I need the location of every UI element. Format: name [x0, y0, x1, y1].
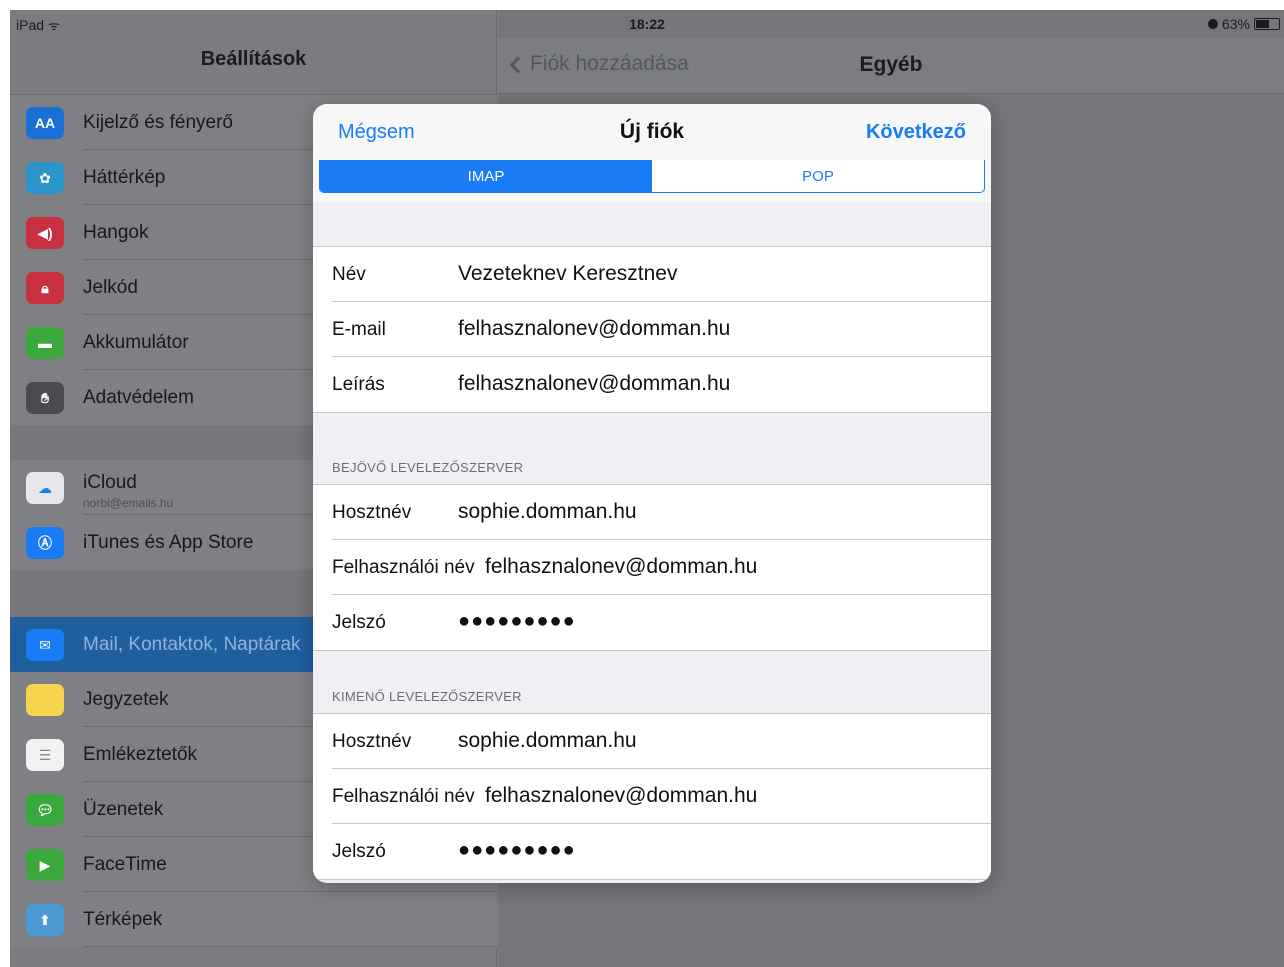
field-label: Név: [332, 264, 366, 285]
account-type-segmented-control: IMAP POP: [319, 160, 985, 193]
incoming-hostname-field[interactable]: Hosztnév sophie.domman.hu: [313, 485, 991, 540]
sidebar-item-label: Emlékeztetők: [83, 744, 198, 765]
app-store-icon: Ⓐ: [26, 527, 64, 559]
reminders-icon: ☰: [26, 739, 64, 771]
sidebar-item-maps[interactable]: ⬆ Térképek: [10, 892, 497, 947]
field-label: Jelszó: [332, 841, 386, 862]
messages-icon: 💬︎: [26, 794, 64, 826]
field-label: Hosztnév: [332, 731, 412, 752]
field-label: Leírás: [332, 374, 385, 395]
sidebar-item-label: Jegyzetek: [83, 689, 169, 710]
field-label: Hosztnév: [332, 502, 412, 523]
sidebar-item-label: Térképek: [83, 909, 163, 930]
icloud-icon: ☁: [26, 472, 64, 504]
incoming-server-group: Hosztnév sophie.domman.hu Felhasználói n…: [313, 484, 991, 651]
mail-icon: ✉: [26, 629, 64, 661]
incoming-server-header: BEJÖVŐ LEVELEZŐSZERVER: [332, 460, 524, 475]
sounds-icon: ◀): [26, 217, 64, 249]
notes-icon: [26, 684, 64, 716]
rotation-lock-icon: [1207, 19, 1218, 29]
field-label: E-mail: [332, 319, 386, 340]
sidebar-item-label: Mail, Kontaktok, Naptárak: [83, 634, 301, 655]
facetime-icon: ▶: [26, 849, 64, 881]
account-info-group: Név Vezeteknev Keresztnev E-mail felhasz…: [313, 246, 991, 413]
sidebar-item-label: Kijelző és fényerő: [83, 112, 233, 133]
description-field[interactable]: Leírás felhasznalonev@domman.hu: [313, 357, 991, 412]
next-button[interactable]: Következő: [866, 121, 966, 144]
sidebar-item-label: Jelkód: [83, 277, 138, 298]
sidebar-item-label: iCloud: [83, 472, 137, 493]
sidebar-item-label: iTunes és App Store: [83, 532, 254, 553]
battery-icon: [1254, 18, 1280, 30]
hand-icon: ✋︎: [26, 382, 64, 414]
outgoing-password-field[interactable]: Jelszó ●●●●●●●●●: [313, 824, 991, 879]
name-input[interactable]: Vezeteknev Keresztnev: [458, 262, 677, 286]
sheet-nav-bar: Mégsem Új fiók Következő: [313, 104, 991, 160]
incoming-password-field[interactable]: Jelszó ●●●●●●●●●: [313, 595, 991, 650]
incoming-hostname-input[interactable]: sophie.domman.hu: [458, 500, 637, 524]
field-label: Felhasználói név: [332, 786, 475, 807]
sidebar-title: Beállítások: [200, 48, 307, 70]
battery-icon: ▬: [26, 327, 64, 359]
incoming-username-input[interactable]: felhasznalonev@domman.hu: [485, 555, 757, 579]
detail-nav-bar: Fiók hozzáadása Egyéb: [498, 38, 1284, 94]
wallpaper-icon: ✿: [26, 162, 64, 194]
sidebar-item-sublabel: norbi@emails.hu: [83, 496, 174, 510]
maps-icon: ⬆: [26, 904, 64, 936]
incoming-password-input[interactable]: ●●●●●●●●●: [458, 610, 576, 633]
sidebar-item-label: Háttérkép: [83, 167, 166, 188]
description-input[interactable]: felhasznalonev@domman.hu: [458, 372, 730, 396]
sidebar-item-label: Üzenetek: [83, 799, 164, 820]
clock: 18:22: [629, 16, 665, 32]
display-brightness-icon: AA: [26, 107, 64, 139]
outgoing-hostname-input[interactable]: sophie.domman.hu: [458, 729, 637, 753]
incoming-username-field[interactable]: Felhasználói név felhasznalonev@domman.h…: [313, 540, 991, 595]
field-label: Felhasználói név: [332, 557, 475, 578]
detail-title: Egyéb: [859, 53, 923, 76]
sidebar-item-label: Akkumulátor: [83, 332, 189, 353]
sidebar-item-label: Hangok: [83, 222, 149, 243]
outgoing-hostname-field[interactable]: Hosztnév sophie.domman.hu: [313, 714, 991, 769]
field-label: Jelszó: [332, 612, 386, 633]
outgoing-server-group: Hosztnév sophie.domman.hu Felhasználói n…: [313, 713, 991, 880]
name-field[interactable]: Név Vezeteknev Keresztnev: [313, 247, 991, 302]
sidebar-item-label: FaceTime: [83, 854, 167, 875]
ipad-screen: Beállítások AA Kijelző és fényerő ✿ Hátt…: [10, 10, 1284, 967]
status-bar: iPad ᯤ 18:22 63%: [10, 10, 1284, 38]
outgoing-password-input[interactable]: ●●●●●●●●●: [458, 839, 576, 862]
email-input[interactable]: felhasznalonev@domman.hu: [458, 317, 730, 341]
outgoing-server-header: KIMENŐ LEVELEZŐSZERVER: [332, 689, 522, 704]
segment-imap[interactable]: IMAP: [320, 160, 652, 192]
sidebar-item-label: Adatvédelem: [83, 387, 194, 408]
outgoing-username-field[interactable]: Felhasználói név felhasznalonev@domman.h…: [313, 769, 991, 824]
new-account-sheet: Mégsem Új fiók Következő IMAP POP Név Ve…: [313, 104, 991, 883]
battery-percent: 63%: [1221, 16, 1250, 32]
segment-pop[interactable]: POP: [652, 160, 984, 192]
outgoing-username-input[interactable]: felhasznalonev@domman.hu: [485, 784, 757, 808]
email-field[interactable]: E-mail felhasznalonev@domman.hu: [313, 302, 991, 357]
lock-icon: 🔒︎: [26, 272, 64, 304]
